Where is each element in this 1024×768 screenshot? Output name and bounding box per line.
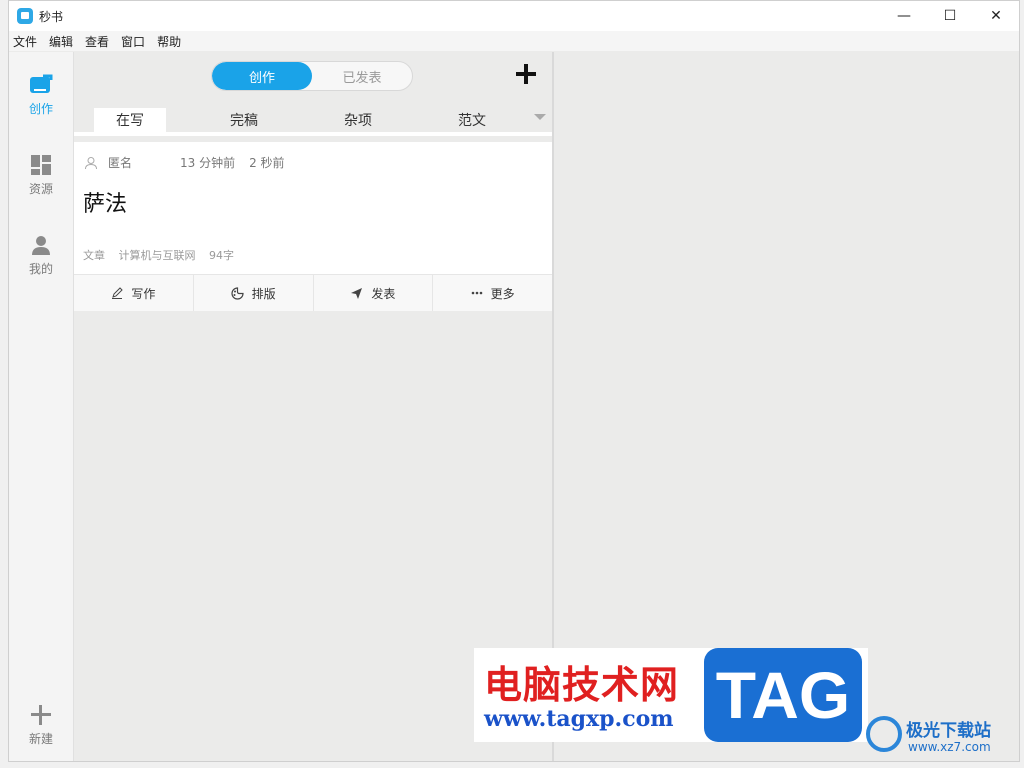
- tab-misc[interactable]: 杂项: [322, 108, 394, 132]
- watermark-badge: TAG: [704, 648, 862, 742]
- tab-samples[interactable]: 范文: [436, 108, 508, 132]
- close-button[interactable]: ✕: [973, 1, 1019, 31]
- resources-icon: [31, 155, 51, 175]
- tab-finished[interactable]: 完稿: [208, 108, 280, 132]
- edit-icon: [30, 74, 53, 93]
- subtabs: 在写 完稿 杂项 范文: [74, 108, 552, 132]
- nav-item-resources[interactable]: 资源: [9, 154, 73, 197]
- toggle-published[interactable]: 已发表: [312, 62, 412, 90]
- card-meta: 匿名 13 分钟前 2 秒前: [84, 154, 285, 171]
- more-label: 更多: [490, 286, 515, 301]
- paper-plane-icon: [351, 287, 363, 299]
- nav-item-label: 创作: [28, 102, 53, 116]
- author-icon: [85, 156, 97, 169]
- card-word-count: 94字: [209, 249, 234, 262]
- more-icon: [471, 291, 482, 295]
- card-footer: 文章 计算机与互联网 94字: [83, 247, 244, 263]
- write-label: 写作: [131, 286, 156, 301]
- watermark-site-url: www.tagxp.com: [484, 706, 674, 732]
- card-category: 计算机与互联网: [118, 249, 196, 262]
- menu-help[interactable]: 帮助: [157, 33, 181, 50]
- menu-edit[interactable]: 编辑: [49, 33, 73, 50]
- toggle-create[interactable]: 创作: [212, 62, 312, 90]
- publish-button[interactable]: 发表: [314, 275, 434, 311]
- add-document-button[interactable]: [512, 60, 540, 88]
- card-time-updated: 2 秒前: [249, 156, 285, 170]
- write-button[interactable]: 写作: [74, 275, 194, 311]
- minimize-button[interactable]: —: [881, 1, 927, 31]
- new-button-label: 新建: [28, 732, 53, 746]
- new-button[interactable]: 新建: [9, 704, 73, 747]
- card-author: 匿名: [108, 156, 133, 170]
- app-icon: [17, 8, 33, 24]
- app-title: 秒书: [39, 9, 64, 24]
- watermark-banner: 电脑技术网 www.tagxp.com TAG: [474, 648, 868, 742]
- window-controls: — ☐ ✕: [881, 1, 1019, 31]
- menu-file[interactable]: 文件: [13, 33, 37, 50]
- layout-button[interactable]: 排版: [194, 275, 314, 311]
- plus-icon: [31, 705, 51, 725]
- user-icon: [32, 236, 50, 255]
- tab-writing[interactable]: 在写: [94, 108, 166, 132]
- menu-bar: 文件 编辑 查看 窗口 帮助: [9, 31, 1019, 51]
- left-nav: 创作 资源 我的 新建: [9, 52, 74, 761]
- aurora-logo-icon: [866, 716, 902, 752]
- menu-view[interactable]: 查看: [85, 33, 109, 50]
- watermark-site-name: 电脑技术网: [484, 663, 680, 707]
- nav-item-label: 资源: [28, 182, 53, 196]
- more-button[interactable]: 更多: [433, 275, 552, 311]
- nav-item-me[interactable]: 我的: [9, 234, 73, 277]
- maximize-button[interactable]: ☐: [927, 1, 973, 31]
- card-title: 萨法: [83, 192, 128, 217]
- nav-item-create[interactable]: 创作: [9, 74, 73, 117]
- watermark-logo: 极光下载站 www.xz7.com: [862, 712, 1018, 762]
- publish-label: 发表: [371, 286, 396, 301]
- nav-item-label: 我的: [28, 262, 53, 276]
- palette-icon: [231, 286, 244, 300]
- pencil-icon: [112, 287, 124, 299]
- mode-toggle: 创作 已发表: [211, 61, 413, 91]
- card-type: 文章: [83, 249, 105, 262]
- plus-icon: [516, 64, 536, 84]
- watermark2-site-url: www.xz7.com: [908, 740, 991, 754]
- tabs-dropdown-icon[interactable]: [534, 114, 546, 120]
- subtab-underline: [74, 132, 552, 136]
- menu-window[interactable]: 窗口: [121, 33, 145, 50]
- layout-label: 排版: [251, 286, 276, 301]
- document-card[interactable]: 匿名 13 分钟前 2 秒前 萨法 文章 计算机与互联网 94字: [74, 142, 552, 274]
- card-actions: 写作 排版 发表 更多: [74, 274, 552, 311]
- card-time-created: 13 分钟前: [180, 156, 236, 170]
- title-bar: 秒书 — ☐ ✕: [9, 1, 1019, 31]
- watermark2-site-name: 极光下载站: [906, 721, 991, 741]
